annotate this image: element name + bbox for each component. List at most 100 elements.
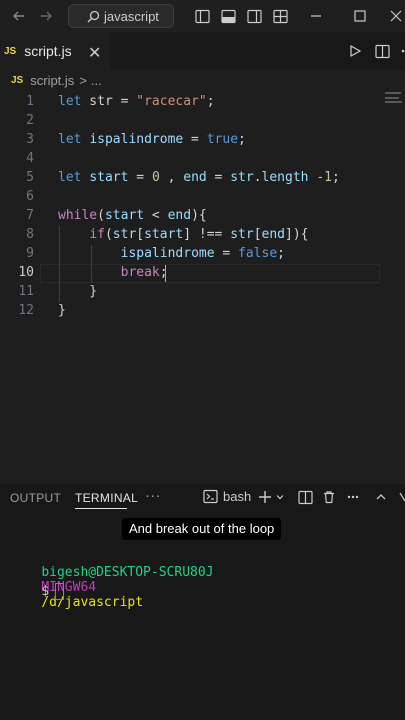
code-token: ; — [331, 170, 340, 185]
breadcrumb: JS script.js > ... — [0, 70, 405, 90]
maximize-icon[interactable] — [352, 8, 368, 24]
line-number: 5 — [26, 170, 34, 185]
code-token: } — [58, 284, 98, 299]
code-token: if — [89, 227, 105, 242]
split-terminal-icon[interactable] — [297, 489, 313, 505]
split-editor-icon[interactable] — [374, 43, 390, 59]
code-token: true — [206, 132, 239, 147]
line-number: 6 — [26, 189, 34, 204]
chevron-down-icon[interactable] — [274, 489, 286, 505]
code-token: ispalindrome — [120, 246, 215, 261]
code-token: ( — [97, 208, 105, 223]
code-token: let — [58, 132, 82, 147]
video-caption: And break out of the loop — [122, 518, 282, 540]
tab-terminal[interactable]: TERMINAL — [75, 491, 138, 505]
code-token: length — [261, 170, 309, 185]
code-content: ispalindrome = false; — [58, 244, 285, 263]
code-content: let str = "racecar"; — [58, 92, 215, 111]
back-arrow-icon[interactable] — [11, 8, 27, 24]
breadcrumb-more[interactable]: ... — [91, 73, 102, 88]
text-cursor — [165, 265, 166, 282]
code-token: [ — [253, 227, 262, 242]
editor-tab-bar: JS script.js ✕ — [0, 32, 405, 70]
code-token: while — [58, 208, 98, 223]
terminal-cursor — [55, 583, 65, 600]
code-token: str = — [81, 94, 137, 109]
panel-more-icon[interactable]: ··· — [145, 487, 161, 504]
code-token: ){ — [191, 208, 207, 223]
toggle-panel-icon[interactable] — [220, 8, 236, 24]
code-line[interactable]: 6 — [0, 187, 405, 206]
code-line[interactable]: 5 let start = 0 , end = str.length -1; — [0, 168, 405, 187]
trash-icon[interactable] — [321, 489, 337, 505]
terminal-input-line[interactable]: $ — [10, 568, 65, 615]
code-token: let — [58, 170, 82, 185]
code-line[interactable]: 8 if(str[start] !== str[end]){ — [0, 225, 405, 244]
minimize-icon[interactable] — [308, 8, 324, 24]
code-line[interactable]: 9 ispalindrome = false; — [0, 244, 405, 263]
toggle-sidebar-icon[interactable] — [194, 8, 210, 24]
line-number: 1 — [26, 94, 34, 109]
code-line[interactable]: 4 — [0, 149, 405, 168]
code-line[interactable]: 3 let ispalindrome = true; — [0, 130, 405, 149]
code-token: } — [58, 303, 66, 318]
forward-arrow-icon[interactable] — [38, 8, 54, 24]
code-token: let — [58, 94, 82, 109]
line-number: 9 — [26, 246, 34, 261]
close-window-icon[interactable] — [388, 8, 404, 24]
new-terminal-icon[interactable] — [257, 489, 273, 505]
code-line[interactable]: 12} — [0, 301, 405, 320]
code-line[interactable]: 1 let str = "racecar"; — [0, 92, 405, 111]
code-token: ispalindrome — [89, 132, 184, 147]
code-token: ( — [104, 227, 113, 242]
close-panel-icon[interactable] — [397, 489, 405, 505]
line-number: 8 — [26, 227, 34, 242]
tab-label: script.js — [24, 43, 72, 59]
code-token: = — [214, 246, 239, 261]
code-editor[interactable]: 1 let str = "racecar"; 2 3 let ispalindrome … — [0, 90, 405, 480]
command-search-box[interactable]: javascript — [68, 4, 174, 28]
active-tab-indicator — [75, 508, 127, 509]
code-line[interactable]: 11 } — [0, 282, 405, 301]
code-token: 0 — [151, 170, 160, 185]
code-token: end — [261, 227, 286, 242]
code-token: str — [230, 170, 254, 185]
js-file-icon: JS — [11, 74, 24, 86]
code-token: str — [230, 227, 254, 242]
more-actions-icon[interactable] — [399, 43, 405, 59]
line-number: 12 — [18, 303, 34, 318]
panel-more-actions-icon[interactable] — [345, 489, 361, 505]
code-token: start — [144, 227, 184, 242]
code-token: , — [159, 170, 184, 185]
terminal-prompt-symbol: $ — [41, 584, 50, 599]
code-line[interactable]: 7 while(start < end){ — [0, 206, 405, 225]
terminal[interactable]: bigesh@DESKTOP-SCRU80J MINGW64 /d/javasc… — [0, 510, 405, 720]
toggle-secondary-sidebar-icon[interactable] — [246, 8, 262, 24]
js-file-icon: JS — [4, 45, 17, 57]
code-token: . — [253, 170, 262, 185]
code-token: "racecar" — [136, 94, 207, 109]
code-token: ]){ — [285, 227, 309, 242]
code-token: ; — [206, 94, 215, 109]
line-number: 4 — [26, 151, 34, 166]
close-icon[interactable]: ✕ — [88, 43, 101, 63]
terminal-profile[interactable]: bash — [203, 489, 251, 504]
title-bar: javascript — [0, 0, 405, 32]
code-line[interactable]: 10 break; — [0, 263, 405, 282]
line-number: 10 — [18, 265, 34, 280]
code-content: if(str[start] !== str[end]){ — [58, 225, 309, 244]
breadcrumb-file[interactable]: script.js — [30, 73, 74, 88]
code-token: ; — [277, 246, 285, 261]
customize-layout-icon[interactable] — [272, 8, 288, 24]
code-line[interactable]: 2 — [0, 111, 405, 130]
code-token: end — [167, 208, 192, 223]
code-token: end — [183, 170, 207, 185]
line-number: 11 — [18, 284, 34, 299]
tab-output[interactable]: OUTPUT — [10, 491, 61, 505]
chevron-up-icon[interactable] — [373, 489, 389, 505]
code-content: break; — [58, 263, 168, 282]
tab-script-js[interactable]: JS script.js ✕ — [0, 32, 110, 70]
run-icon[interactable] — [347, 43, 363, 59]
